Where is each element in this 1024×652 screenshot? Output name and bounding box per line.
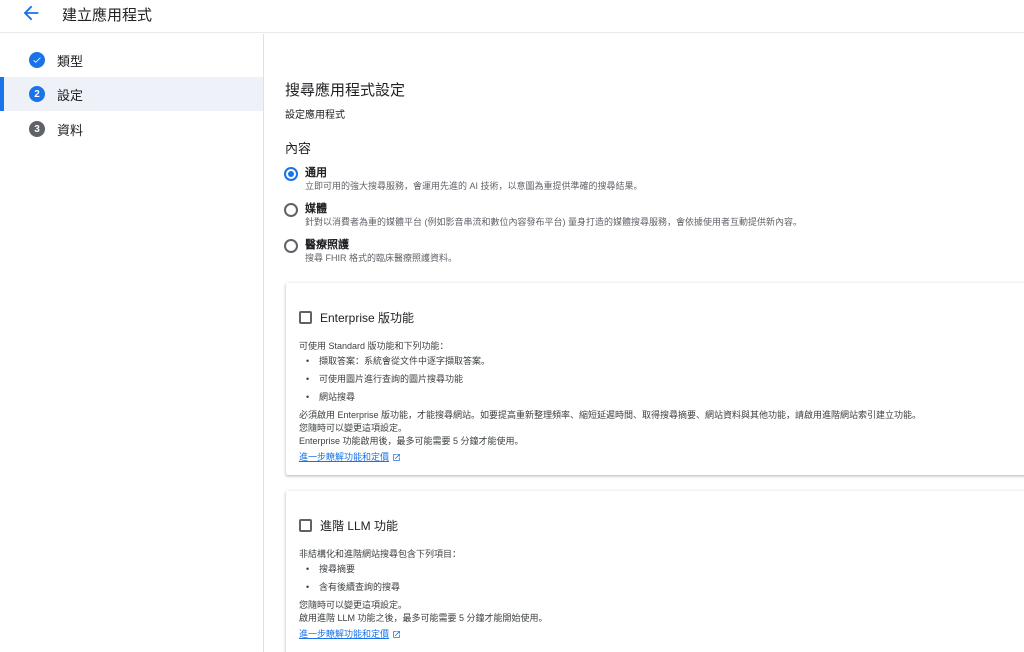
option-label: 醫療照護 [305,239,349,251]
list-item: 搜尋摘要 [299,563,548,576]
open-in-new-icon [393,631,400,638]
main-content: 搜尋應用程式設定 設定應用程式 內容 通用 立即可用的強大搜尋服務，會運用先進的… [264,34,1024,652]
enterprise-intro: 可使用 Standard 版功能和下列功能： [299,341,449,351]
step-data[interactable]: 3 資料 [0,112,263,146]
active-step-indicator [0,77,4,111]
content-option-general[interactable]: 通用 立即可用的強大搜尋服務，會運用先進的 AI 技術，以意圖為重提供準確的搜尋… [284,166,643,193]
page-header-title: 建立應用程式 [62,7,153,24]
step-label: 類型 [57,53,84,69]
stepper-sidebar: 類型 2 設定 3 資料 [0,34,264,652]
enterprise-label: Enterprise 版功能 [320,311,415,325]
enterprise-note: 必須啟用 Enterprise 版功能，才能搜尋網站。如要提高重新整理頻率、縮短… [299,410,922,420]
enterprise-checkbox[interactable] [299,311,312,324]
advanced-llm-card: 進階 LLM 功能 非結構化和進階網站搜尋包含下列項目： 搜尋摘要 含有後續查詢… [286,491,1024,652]
list-item: 可使用圖片進行查詢的圖片搜尋功能 [299,373,921,386]
enterprise-note: 您隨時可以變更這項設定。 [299,423,408,433]
step-settings[interactable]: 2 設定 [0,77,263,111]
llm-description: 非結構化和進階網站搜尋包含下列項目： 搜尋摘要 含有後續查詢的搜尋 您隨時可以變… [299,548,548,641]
list-item: 擷取答案：系統會從文件中逐字擷取答案。 [299,355,921,368]
radio-button[interactable] [284,203,298,217]
radio-button[interactable] [284,167,298,181]
llm-pricing-link[interactable]: 進一步瞭解功能和定價 [299,628,401,641]
enterprise-pricing-link[interactable]: 進一步瞭解功能和定價 [299,451,401,464]
llm-note: 啟用進階 LLM 功能之後，最多可能需要 5 分鐘才能開始使用。 [299,613,548,623]
llm-note: 您隨時可以變更這項設定。 [299,600,408,610]
check-circle-icon [29,52,45,68]
step-label: 資料 [57,122,84,138]
llm-intro: 非結構化和進階網站搜尋包含下列項目： [299,549,462,559]
enterprise-description: 可使用 Standard 版功能和下列功能： 擷取答案：系統會從文件中逐字擷取答… [299,340,921,464]
list-item: 含有後續查詢的搜尋 [299,581,548,594]
step-number: 3 [29,121,45,137]
page-subtitle: 設定應用程式 [285,110,345,121]
llm-checkbox-row[interactable]: 進階 LLM 功能 [299,517,398,534]
enterprise-features-card: Enterprise 版功能 可使用 Standard 版功能和下列功能： 擷取… [286,283,1024,475]
content-option-media[interactable]: 媒體 針對以消費者為重的媒體平台 (例如影音串流和數位內容發布平台) 量身打造的… [284,202,802,229]
step-label: 設定 [57,87,84,103]
option-description: 立即可用的強大搜尋服務，會運用先進的 AI 技術，以意圖為重提供準確的搜尋結果。 [305,181,643,191]
option-description: 針對以消費者為重的媒體平台 (例如影音串流和數位內容發布平台) 量身打造的媒體搜… [305,217,802,227]
option-description: 搜尋 FHIR 格式的臨床醫療照護資料。 [305,253,457,263]
enterprise-note: Enterprise 功能啟用後，最多可能需要 5 分鐘才能使用。 [299,436,524,446]
llm-label: 進階 LLM 功能 [320,519,399,533]
option-label: 媒體 [305,203,327,215]
enterprise-checkbox-row[interactable]: Enterprise 版功能 [299,309,414,326]
option-label: 通用 [305,167,327,179]
list-item: 網站搜尋 [299,391,921,404]
top-bar: 建立應用程式 [0,0,1024,33]
step-number: 2 [29,86,45,102]
radio-button[interactable] [284,239,298,253]
link-text: 進一步瞭解功能和定價 [299,452,390,462]
content-option-healthcare[interactable]: 醫療照護 搜尋 FHIR 格式的臨床醫療照護資料。 [284,238,457,265]
content-section-title: 內容 [285,141,312,156]
step-type[interactable]: 類型 [0,43,263,77]
back-arrow-icon[interactable] [20,2,42,24]
link-text: 進一步瞭解功能和定價 [299,629,390,639]
llm-checkbox[interactable] [299,519,312,532]
open-in-new-icon [393,454,400,461]
page-title: 搜尋應用程式設定 [285,82,406,99]
